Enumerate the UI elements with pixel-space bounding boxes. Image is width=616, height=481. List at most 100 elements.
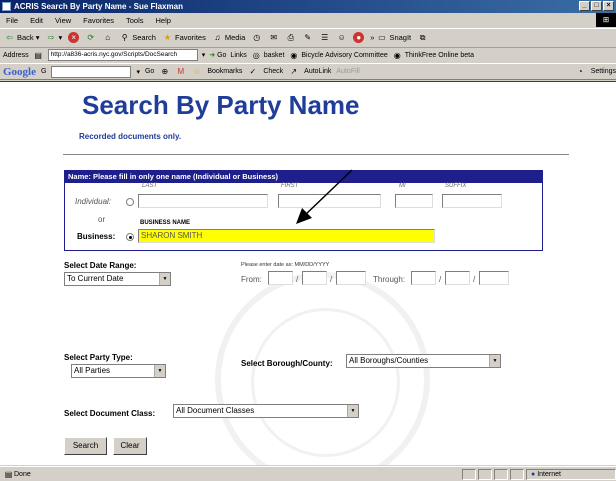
individual-label: Individual: xyxy=(75,197,112,206)
google-check[interactable]: Check xyxy=(263,68,283,75)
forward-arrow-icon: ⇨ xyxy=(47,32,55,42)
page-done-icon: ▤ xyxy=(4,469,13,479)
maximize-button[interactable]: □ xyxy=(591,1,602,11)
go-arrow-icon: ➜ xyxy=(209,52,216,59)
close-button[interactable]: × xyxy=(603,1,614,11)
bookmark-star-icon[interactable]: ☆ xyxy=(191,66,202,77)
mi-label: MI xyxy=(399,183,406,189)
links-label[interactable]: Links xyxy=(230,52,246,59)
internet-globe-icon: ● xyxy=(531,470,536,478)
link-icon: ◉ xyxy=(290,50,298,60)
menu-edit[interactable]: Edit xyxy=(30,16,43,25)
doc-class-select[interactable]: All Document Classes ▼ xyxy=(173,404,359,418)
date-range-select[interactable]: To Current Date ▼ xyxy=(64,272,171,286)
google-go[interactable]: Go xyxy=(145,68,154,75)
back-arrow-icon: ⇦ xyxy=(6,32,13,42)
page-subtitle: Recorded documents only. xyxy=(79,132,182,141)
menu-favorites[interactable]: Favorites xyxy=(83,16,114,25)
home-icon[interactable]: ⌂ xyxy=(102,32,113,43)
link-thinkfree[interactable]: ◉ ThinkFree Online beta xyxy=(392,50,474,61)
last-name-label: LAST xyxy=(142,183,158,189)
autolink-icon[interactable]: ↗ xyxy=(288,66,299,77)
search-button[interactable]: Search xyxy=(64,437,107,455)
google-menu[interactable]: G xyxy=(41,68,46,75)
minimize-button[interactable]: _ xyxy=(579,1,590,11)
address-label: Address xyxy=(3,51,29,59)
from-day-input[interactable] xyxy=(302,271,327,285)
windows-logo-icon: ⊞ xyxy=(596,13,616,27)
page-title: Search By Party Name xyxy=(82,90,360,120)
forward-button[interactable]: ⇨ ▾ xyxy=(45,32,63,43)
gmail-icon[interactable]: M xyxy=(175,66,186,77)
stop-icon[interactable]: × xyxy=(68,31,80,43)
snagit-button[interactable]: » ▭ SnagIt xyxy=(370,32,411,43)
google-autofill[interactable]: AutoFill xyxy=(336,68,359,75)
settings-icon[interactable]: ◔ xyxy=(575,66,586,77)
clear-button[interactable]: Clear xyxy=(113,437,147,455)
date-range-label: Select Date Range: xyxy=(64,261,137,270)
last-name-input[interactable] xyxy=(138,194,268,208)
from-label: From: xyxy=(241,275,262,284)
chevron-icon: » xyxy=(370,32,375,42)
middle-initial-input[interactable] xyxy=(395,194,433,208)
security-zone: ● Internet xyxy=(526,468,616,480)
menu-tools[interactable]: Tools xyxy=(126,16,144,25)
media-icon: ♫ xyxy=(214,32,221,42)
google-autolink[interactable]: AutoLink xyxy=(304,68,331,75)
dropdown-arrow-icon: ▼ xyxy=(347,405,358,417)
suffix-input[interactable] xyxy=(442,194,502,208)
google-settings[interactable]: Settings xyxy=(591,68,616,75)
google-bookmarks[interactable]: Bookmarks xyxy=(207,68,242,75)
mail-icon[interactable]: ✉ xyxy=(268,32,279,43)
party-type-select[interactable]: All Parties ▼ xyxy=(71,364,166,378)
search-button[interactable]: ⚲ Search xyxy=(119,32,156,43)
through-day-input[interactable] xyxy=(445,271,470,285)
google-logo: Google xyxy=(3,65,36,78)
back-button[interactable]: ⇦ Back ▾ xyxy=(4,32,39,43)
title-bar: ACRIS Search By Party Name - Sue Flaxman… xyxy=(0,0,616,13)
individual-radio[interactable] xyxy=(126,198,134,206)
menu-view[interactable]: View xyxy=(55,16,71,25)
history-icon[interactable]: ◷ xyxy=(251,32,262,43)
address-input[interactable]: http://a836-acris.nyc.gov/Scripts/DocSea… xyxy=(47,49,198,61)
dropdown-arrow-icon: ▼ xyxy=(489,355,500,367)
print-icon[interactable]: ⎙ xyxy=(285,32,296,43)
snagit-window-icon[interactable]: ⧉ xyxy=(417,32,428,43)
favorites-icon: ★ xyxy=(163,32,172,42)
link-icon: ◎ xyxy=(252,50,260,60)
through-label: Through: xyxy=(373,275,406,284)
favorites-button[interactable]: ★ Favorites xyxy=(162,32,206,43)
google-dropdown-icon[interactable]: ▾ xyxy=(136,68,140,76)
dropdown-arrow-icon: ▼ xyxy=(159,273,170,285)
doc-class-label: Select Document Class: xyxy=(64,409,156,418)
spellcheck-icon[interactable]: ✓ xyxy=(247,66,258,77)
from-year-input[interactable] xyxy=(336,271,366,285)
date-format-hint: Please enter date as: MM/DD/YYYY xyxy=(241,262,330,268)
business-name-input[interactable]: SHARON SMITH xyxy=(138,229,435,243)
addon-icon[interactable]: ● xyxy=(353,31,365,43)
go-button[interactable]: ➜ Go xyxy=(209,51,226,60)
menu-help[interactable]: Help xyxy=(156,16,171,25)
through-month-input[interactable] xyxy=(411,271,436,285)
menu-file[interactable]: File xyxy=(6,16,18,25)
google-icon[interactable]: ⊕ xyxy=(159,66,170,77)
through-year-input[interactable] xyxy=(479,271,509,285)
messenger-icon[interactable]: ☺ xyxy=(336,32,347,43)
from-month-input[interactable] xyxy=(268,271,293,285)
discuss-icon[interactable]: ☰ xyxy=(319,32,330,43)
status-text: Done xyxy=(14,470,31,478)
address-dropdown-icon[interactable]: ▾ xyxy=(202,51,206,59)
page-icon: ▤ xyxy=(34,50,42,60)
suffix-label: SUFFIX xyxy=(445,183,467,189)
google-search-input[interactable] xyxy=(51,65,132,78)
media-button[interactable]: ♫ Media xyxy=(212,32,245,43)
business-radio[interactable] xyxy=(126,233,134,241)
nyc-seal-watermark xyxy=(215,272,430,465)
edit-icon[interactable]: ✎ xyxy=(302,32,313,43)
borough-label: Select Borough/County: xyxy=(241,359,333,368)
borough-select[interactable]: All Boroughs/Counties ▼ xyxy=(346,354,501,368)
refresh-icon[interactable]: ⟳ xyxy=(85,32,96,43)
annotation-arrow xyxy=(296,169,353,224)
link-bicycle[interactable]: ◉ Bicycle Advisory Committee xyxy=(288,50,387,61)
link-basket[interactable]: ◎ basket xyxy=(251,50,285,61)
